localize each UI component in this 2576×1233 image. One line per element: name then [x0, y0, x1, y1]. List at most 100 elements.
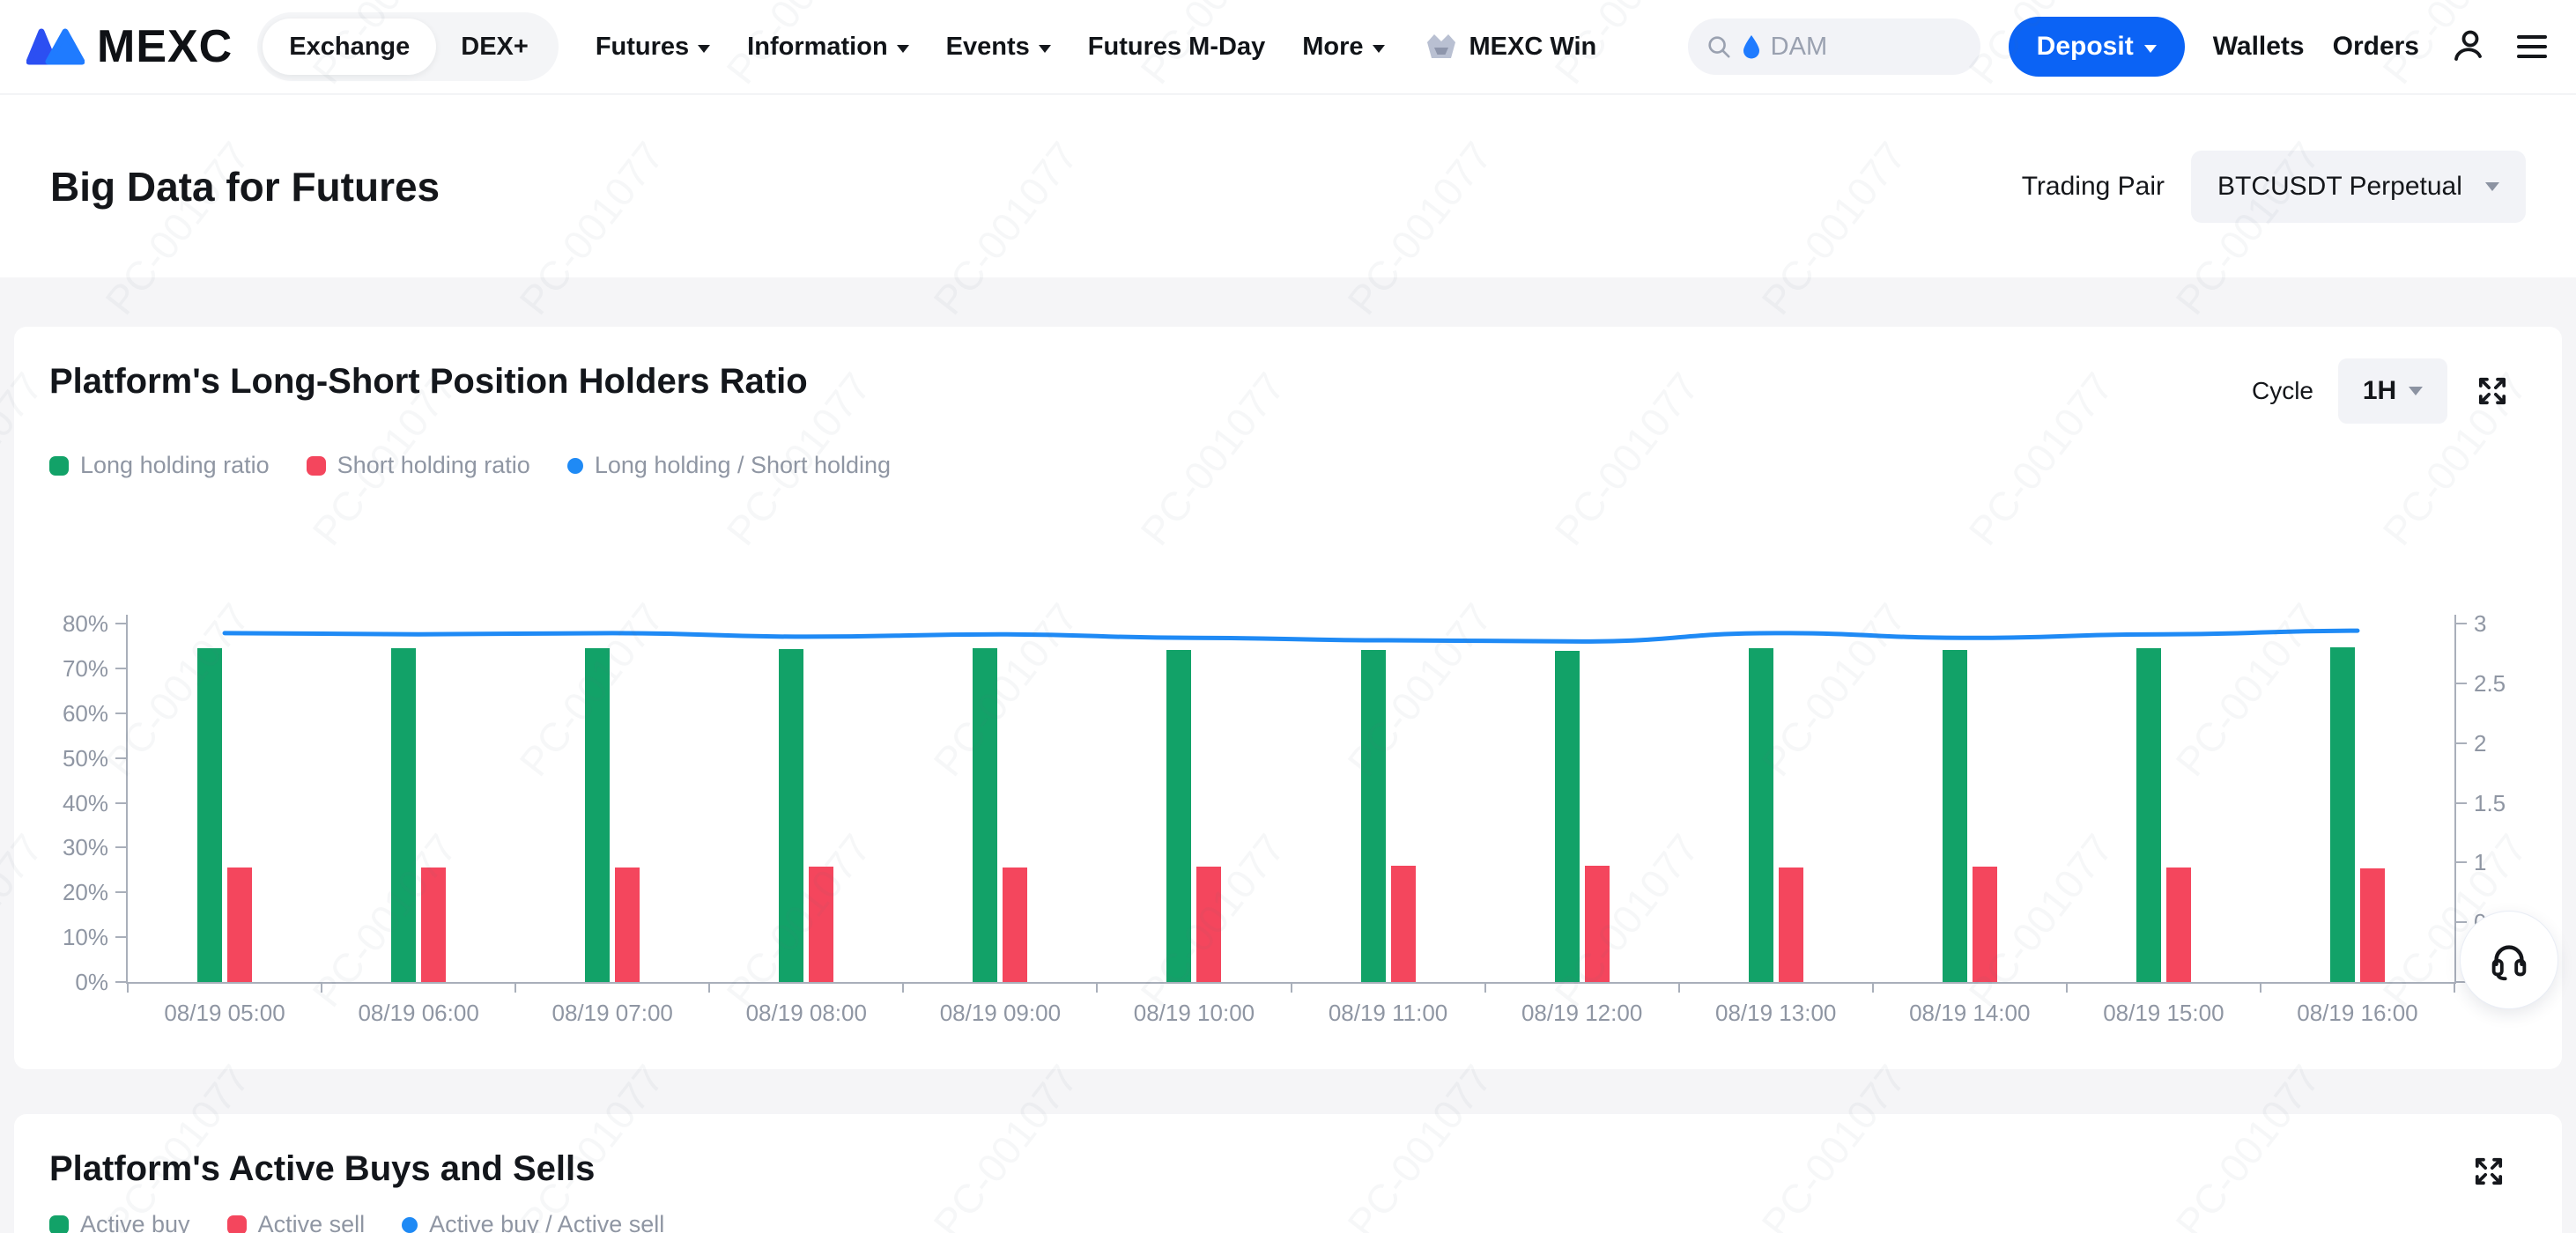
- bar-long-holding: [1555, 651, 1580, 982]
- trading-pair-select[interactable]: BTCUSDT Perpetual: [2191, 151, 2526, 223]
- x-axis-label: 08/19 10:00: [1097, 1000, 1291, 1027]
- y-axis-label: 10%: [0, 923, 108, 951]
- toggle-exchange[interactable]: Exchange: [263, 18, 436, 75]
- chevron-down-icon: [1373, 45, 1385, 53]
- nav-item-label: Information: [747, 33, 888, 62]
- y-axis-right-line: [2454, 615, 2456, 984]
- x-axis-label: 08/19 08:00: [709, 1000, 903, 1027]
- x-axis-tick: [2066, 982, 2068, 993]
- nav-item-information[interactable]: Information: [747, 33, 909, 62]
- deposit-button[interactable]: Deposit: [2009, 17, 2185, 77]
- deposit-label: Deposit: [2037, 32, 2134, 62]
- nav-item-mexc-win[interactable]: MEXC Win: [1422, 27, 1597, 66]
- y-axis-left-line: [126, 615, 128, 984]
- legend-swatch-icon: [227, 1215, 247, 1233]
- y-axis-label: 40%: [0, 789, 108, 817]
- y-axis-label: 30%: [0, 833, 108, 861]
- x-axis-label: 08/19 07:00: [515, 1000, 709, 1027]
- nav-item-label: MEXC Win: [1469, 33, 1597, 62]
- orders-link[interactable]: Orders: [2333, 32, 2419, 62]
- bar-long-holding: [197, 648, 222, 982]
- bar-long-holding: [1749, 648, 1773, 982]
- card-title: Platform's Active Buys and Sells: [49, 1149, 595, 1189]
- y-axis-tick: [115, 712, 126, 714]
- y-axis-tick: [2456, 861, 2467, 863]
- x-axis-label: 08/19 09:00: [903, 1000, 1097, 1027]
- search-box[interactable]: [1688, 18, 1980, 75]
- x-axis-tick: [1678, 982, 1680, 993]
- mexc-logo[interactable]: MEXC: [26, 20, 233, 73]
- bar-long-holding: [1361, 650, 1386, 982]
- headset-icon: [2485, 936, 2533, 984]
- legend-label: Active sell: [258, 1211, 366, 1233]
- wallets-link[interactable]: Wallets: [2213, 32, 2305, 62]
- y-axis-label: 2: [2474, 729, 2553, 757]
- customer-support-button[interactable]: [2460, 911, 2558, 1009]
- y-axis-tick: [115, 936, 126, 938]
- y-axis-tick: [2456, 921, 2467, 923]
- toggle-dex[interactable]: DEX+: [436, 33, 553, 62]
- y-axis-label: 70%: [0, 654, 108, 683]
- y-axis-label: 0%: [0, 968, 108, 996]
- nav-right: Deposit Wallets Orders: [1688, 17, 2550, 77]
- legend-item[interactable]: Active buy / Active sell: [402, 1211, 664, 1233]
- page-header: Big Data for Futures Trading Pair BTCUSD…: [0, 95, 2576, 277]
- bar-short-holding: [1779, 868, 1803, 982]
- market-toggle: Exchange DEX+: [257, 12, 559, 81]
- x-axis-label: 08/19 05:00: [128, 1000, 322, 1027]
- bar-long-holding: [973, 648, 997, 982]
- nav-item-label: Events: [946, 33, 1030, 62]
- legend-item[interactable]: Active sell: [227, 1211, 366, 1233]
- y-axis-tick: [115, 757, 126, 759]
- nav-item-more[interactable]: More: [1302, 33, 1384, 62]
- nav-item-futures-m-day[interactable]: Futures M-Day: [1088, 33, 1265, 62]
- legend-swatch-icon: [402, 1217, 418, 1233]
- nav-item-events[interactable]: Events: [946, 33, 1051, 62]
- trading-pair-control: Trading Pair BTCUSDT Perpetual: [2022, 151, 2526, 223]
- bar-short-holding: [1196, 867, 1221, 982]
- nav-item-label: Futures M-Day: [1088, 33, 1265, 62]
- y-axis-tick: [115, 802, 126, 804]
- y-axis-label: 3: [2474, 609, 2553, 638]
- fullscreen-icon[interactable]: [2469, 1151, 2509, 1192]
- search-input[interactable]: [1771, 33, 1963, 62]
- bar-long-holding: [1943, 650, 1967, 982]
- active-buys-sells-card: Platform's Active Buys and Sells Active …: [14, 1114, 2562, 1233]
- x-axis-label: 08/19 06:00: [322, 1000, 515, 1027]
- water-drop-icon: [1741, 34, 1762, 59]
- legend-label: Active buy: [80, 1211, 190, 1233]
- y-axis-tick: [115, 623, 126, 624]
- chart-legend: Active buy Active sell Active buy / Active…: [49, 1211, 664, 1233]
- trading-pair-value: BTCUSDT Perpetual: [2217, 172, 2462, 202]
- top-nav: MEXC Exchange DEX+ Futures Information Eve…: [0, 0, 2576, 94]
- y-axis-label: 60%: [0, 699, 108, 727]
- user-profile-icon[interactable]: [2447, 27, 2486, 66]
- bar-long-holding: [2330, 647, 2355, 982]
- logo-text: MEXC: [97, 20, 233, 73]
- bar-short-holding: [227, 868, 252, 982]
- search-icon: [1706, 33, 1732, 60]
- y-axis-tick: [115, 891, 126, 893]
- legend-item[interactable]: Active buy: [49, 1211, 190, 1233]
- x-axis-label: 08/19 13:00: [1679, 1000, 1873, 1027]
- y-axis-label: 50%: [0, 744, 108, 772]
- x-axis-tick: [902, 982, 904, 993]
- x-axis-tick: [321, 982, 322, 993]
- bar-long-holding: [2136, 648, 2161, 982]
- bar-long-holding: [585, 648, 610, 982]
- x-axis-tick: [1291, 982, 1292, 993]
- y-axis-label: 2.5: [2474, 669, 2553, 698]
- y-axis-label: 1.5: [2474, 789, 2553, 817]
- x-axis-tick: [1484, 982, 1486, 993]
- y-axis-tick: [2456, 683, 2467, 684]
- legend-swatch-icon: [49, 1215, 69, 1233]
- x-axis-tick: [708, 982, 710, 993]
- nav-item-label: Futures: [596, 33, 689, 62]
- bar-short-holding: [1973, 867, 1997, 982]
- nav-item-futures[interactable]: Futures: [596, 33, 710, 62]
- x-axis-tick: [2454, 982, 2455, 993]
- x-axis-label: 08/19 14:00: [1873, 1000, 2067, 1027]
- y-axis-tick: [115, 846, 126, 848]
- hamburger-menu-icon[interactable]: [2514, 32, 2550, 62]
- bar-short-holding: [421, 868, 446, 982]
